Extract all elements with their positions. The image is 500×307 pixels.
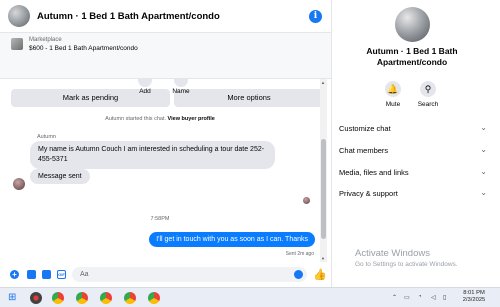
chrome-icon[interactable] <box>76 292 88 304</box>
sender-avatar[interactable] <box>13 178 25 190</box>
marketplace-banner: Marketplace $600 - 1 Bed 1 Bath Apartmen… <box>0 33 331 107</box>
outgoing-message[interactable]: I'll get in touch with you as soon as I … <box>149 232 315 247</box>
name-label: Name <box>172 88 190 95</box>
chat-members-row[interactable]: Chat members ⌄ <box>339 145 487 155</box>
chat-actions: Add Name <box>0 79 320 97</box>
incoming-message[interactable]: My name is Autumn Couch I am interested … <box>30 141 275 169</box>
listing-thumbnail[interactable] <box>11 38 23 50</box>
chrome-icon[interactable] <box>52 292 64 304</box>
clock-date: 2/3/2025 <box>462 297 486 303</box>
chevron-down-icon: ⌄ <box>480 123 487 132</box>
message-composer: + GIF Aa 👍 <box>0 262 331 287</box>
add-icon <box>138 79 152 87</box>
windows-start-icon[interactable]: ⊞ <box>8 292 20 304</box>
emoji-icon[interactable] <box>294 270 303 279</box>
network-icon[interactable]: ▭ <box>404 294 410 301</box>
mute-label: Mute <box>385 101 401 108</box>
listing-avatar[interactable] <box>395 7 430 42</box>
watermark-subtitle: Go to Settings to activate Windows. <box>355 261 458 268</box>
chat-title[interactable]: Autumn · 1 Bed 1 Bath Apartment/condo <box>37 11 220 22</box>
media-files-links-row[interactable]: Media, files and links ⌄ <box>339 167 487 177</box>
plus-icon[interactable]: + <box>10 270 19 279</box>
scroll-thumb[interactable] <box>321 139 326 239</box>
marketplace-label: Marketplace <box>29 37 62 43</box>
image-icon[interactable] <box>27 270 36 279</box>
chevron-down-icon: ⌄ <box>480 145 487 154</box>
message-input[interactable]: Aa <box>72 267 307 282</box>
system-message: Autumn started this chat. View buyer pro… <box>0 116 320 122</box>
add-label: Add <box>139 88 151 95</box>
gif-icon[interactable]: GIF <box>57 270 66 279</box>
name-action[interactable]: Name <box>166 79 196 95</box>
search-label: Search <box>417 101 439 108</box>
privacy-support-label: Privacy & support <box>339 189 398 198</box>
customize-chat-row[interactable]: Customize chat ⌄ <box>339 123 487 133</box>
scroll-up-icon[interactable]: ▲ <box>321 80 325 85</box>
volume-icon[interactable]: ◁ <box>431 294 436 301</box>
chat-scrollbar[interactable]: ▲ ▼ <box>320 79 327 262</box>
mute-button[interactable]: 🔔 Mute <box>378 81 408 108</box>
chat-pane: Autumn · 1 Bed 1 Bath Apartment/condo i … <box>0 0 331 287</box>
read-receipt-avatar <box>303 197 310 204</box>
message-list: Add Name Autumn started this chat. View … <box>0 79 320 262</box>
scroll-down-icon[interactable]: ▼ <box>321 256 325 261</box>
add-action[interactable]: Add <box>130 79 160 95</box>
chat-header: Autumn · 1 Bed 1 Bath Apartment/condo i <box>0 0 331 33</box>
chat-members-label: Chat members <box>339 146 389 155</box>
search-button[interactable]: ⚲ Search <box>413 81 443 108</box>
taskbar: ⊞ ⌃ ▭ ◔ ◁ ▯ 8:01 PM 2/3/2025 <box>0 287 500 307</box>
battery-icon[interactable]: ▯ <box>443 294 446 301</box>
watermark-title: Activate Windows <box>355 248 430 259</box>
info-icon[interactable]: i <box>309 10 322 23</box>
chevron-down-icon: ⌄ <box>480 167 487 176</box>
customize-chat-label: Customize chat <box>339 124 391 133</box>
chrome-icon[interactable] <box>124 292 136 304</box>
search-icon: ⚲ <box>420 81 436 97</box>
bell-icon: 🔔 <box>385 81 401 97</box>
chat-avatar[interactable] <box>8 5 30 27</box>
chevron-up-icon[interactable]: ⌃ <box>392 294 397 301</box>
activate-windows-watermark: Activate Windows Go to Settings to activ… <box>355 248 458 268</box>
message-timestamp: 7:58PM <box>150 216 170 222</box>
panel-title: Autumn · 1 Bed 1 Bath Apartment/condo <box>366 46 458 67</box>
privacy-support-row[interactable]: Privacy & support ⌄ <box>339 188 487 198</box>
chevron-down-icon: ⌄ <box>480 188 487 197</box>
media-files-links-label: Media, files and links <box>339 168 409 177</box>
chrome-icon[interactable] <box>100 292 112 304</box>
system-clock[interactable]: 8:01 PM 2/3/2025 <box>454 290 494 304</box>
wifi-icon[interactable]: ◔ <box>418 294 422 300</box>
sticker-icon[interactable] <box>42 270 51 279</box>
clock-time: 8:01 PM <box>463 290 485 296</box>
listing-title[interactable]: $600 - 1 Bed 1 Bath Apartment/condo <box>29 45 138 52</box>
chat-info-panel: Autumn · 1 Bed 1 Bath Apartment/condo 🔔 … <box>331 0 500 287</box>
system-text: Autumn started this chat. <box>105 116 167 122</box>
name-icon <box>174 79 188 87</box>
thumbs-up-icon[interactable]: 👍 <box>313 268 327 281</box>
chrome-icon[interactable] <box>148 292 160 304</box>
sender-name: Autumn <box>37 134 56 140</box>
sent-status: Sent 2m ago <box>285 251 314 257</box>
view-buyer-profile-link[interactable]: View buyer profile <box>168 116 215 122</box>
messenger-window: Autumn · 1 Bed 1 Bath Apartment/condo i … <box>0 0 500 307</box>
message-sent-notice: Message sent <box>30 169 90 184</box>
app-icon[interactable] <box>30 292 42 304</box>
